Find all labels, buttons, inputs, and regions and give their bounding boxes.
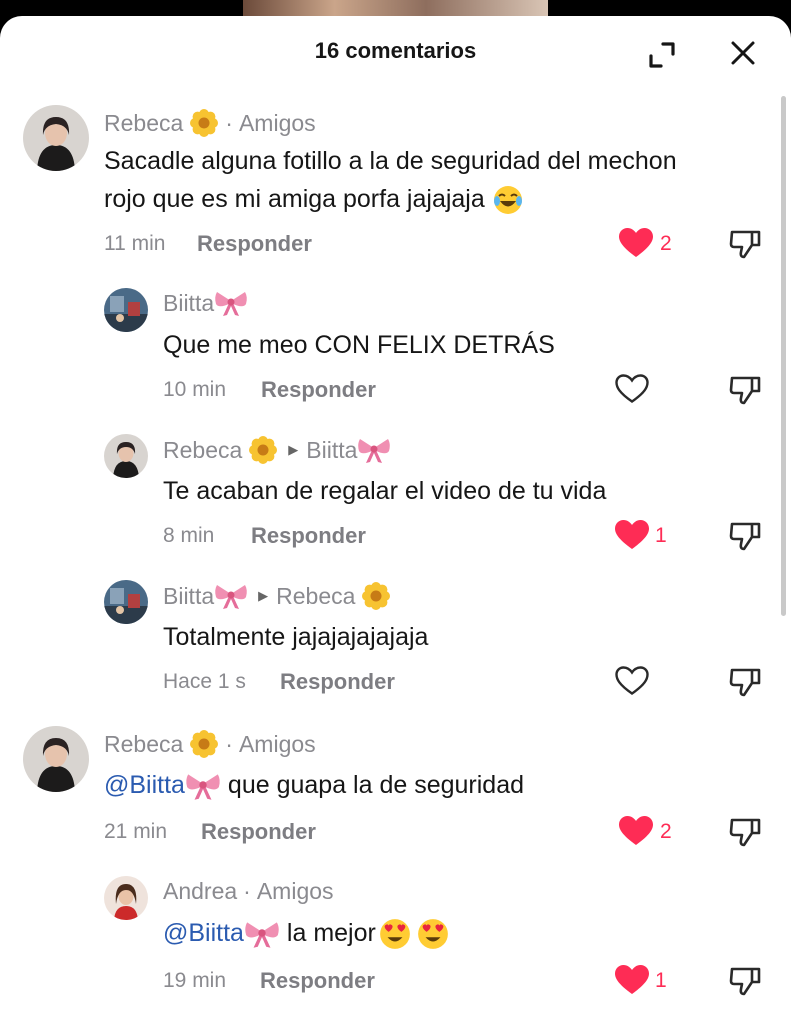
reply-button[interactable]: Responder — [260, 968, 375, 994]
like-count: 1 — [655, 524, 667, 547]
heart-outline-icon[interactable] — [615, 374, 649, 404]
heart-eyes-emoji-icon — [379, 919, 410, 950]
mention-link[interactable]: @Biitta — [104, 771, 185, 799]
friend-tag: Amigos — [256, 878, 334, 904]
reply-button[interactable]: Responder — [251, 523, 366, 549]
friend-tag: Amigos — [238, 730, 316, 757]
comment-author[interactable]: Andrea — [163, 878, 237, 905]
comment-text: Que me meo CON FELIX DETRÁS — [163, 331, 555, 359]
heart-outline-icon[interactable] — [615, 666, 649, 696]
avatar[interactable] — [23, 726, 89, 792]
ribbon-emoji-icon — [186, 774, 220, 801]
reply-to-author[interactable]: Biitta — [306, 437, 357, 464]
flower-emoji-icon — [190, 109, 219, 137]
reply-button[interactable]: Responder — [280, 669, 395, 695]
heart-filled-icon[interactable] — [615, 520, 649, 550]
comment-time: Hace 1 s — [163, 670, 246, 693]
comment-text: Sacadle alguna fotillo a la de seguridad… — [104, 147, 677, 213]
expand-icon[interactable] — [647, 40, 677, 70]
like-count: 2 — [660, 232, 672, 255]
heart-filled-icon[interactable] — [619, 816, 653, 846]
joy-emoji-icon — [493, 186, 522, 215]
dislike-icon[interactable] — [728, 227, 762, 259]
comments-sheet: 16 comentarios Rebeca · Amigos Sacadle a… — [0, 16, 791, 1023]
avatar[interactable] — [104, 434, 148, 478]
comment-time: 10 min — [163, 378, 227, 401]
comment-time: 19 min — [163, 969, 227, 992]
dislike-icon[interactable] — [728, 815, 762, 847]
comment-author[interactable]: Rebeca — [104, 110, 183, 137]
mention-link[interactable]: @Biitta — [163, 919, 244, 947]
like-count: 1 — [655, 969, 667, 992]
flower-emoji-icon — [190, 730, 219, 758]
like-count: 2 — [660, 820, 672, 843]
comment-author[interactable]: Biitta — [163, 290, 214, 317]
avatar[interactable] — [104, 876, 148, 920]
reply-button[interactable]: Responder — [201, 819, 316, 845]
comment-author[interactable]: Rebeca — [163, 437, 242, 464]
heart-eyes-emoji-icon — [417, 919, 448, 950]
avatar[interactable] — [23, 105, 89, 171]
ribbon-emoji-icon — [215, 292, 247, 316]
dislike-icon[interactable] — [728, 373, 762, 405]
comment-author[interactable]: Rebeca — [104, 731, 183, 758]
ribbon-emoji-icon — [245, 922, 279, 949]
scrollbar[interactable] — [781, 96, 786, 616]
dislike-icon[interactable] — [728, 964, 762, 996]
reply-button[interactable]: Responder — [261, 377, 376, 403]
flower-emoji-icon — [249, 436, 278, 464]
comment-text: la mejor — [286, 919, 376, 947]
heart-filled-icon[interactable] — [615, 965, 649, 995]
flower-emoji-icon — [362, 582, 391, 610]
comment-time: 21 min — [104, 820, 168, 843]
friend-tag: Amigos — [238, 109, 316, 136]
dislike-icon[interactable] — [728, 519, 762, 551]
dislike-icon[interactable] — [728, 665, 762, 697]
comment-time: 11 min — [104, 232, 166, 255]
comment-text: Totalmente jajajajajajaja — [163, 623, 429, 651]
reply-to-author[interactable]: Rebeca — [276, 583, 355, 610]
ribbon-emoji-icon — [358, 439, 391, 463]
comment-text: Te acaban de regalar el video de tu vida — [163, 477, 607, 505]
reply-button[interactable]: Responder — [197, 231, 312, 257]
comment-text: que guapa la de seguridad — [227, 771, 525, 799]
reply-arrow-icon: ▶ — [288, 442, 299, 457]
avatar[interactable] — [104, 580, 148, 624]
close-icon[interactable] — [728, 38, 758, 68]
comment-time: 8 min — [163, 524, 215, 547]
ribbon-emoji-icon — [215, 585, 247, 609]
reply-arrow-icon: ▶ — [258, 588, 269, 603]
heart-filled-icon[interactable] — [619, 228, 653, 258]
comment-author[interactable]: Biitta — [163, 583, 214, 610]
avatar[interactable] — [104, 288, 148, 332]
